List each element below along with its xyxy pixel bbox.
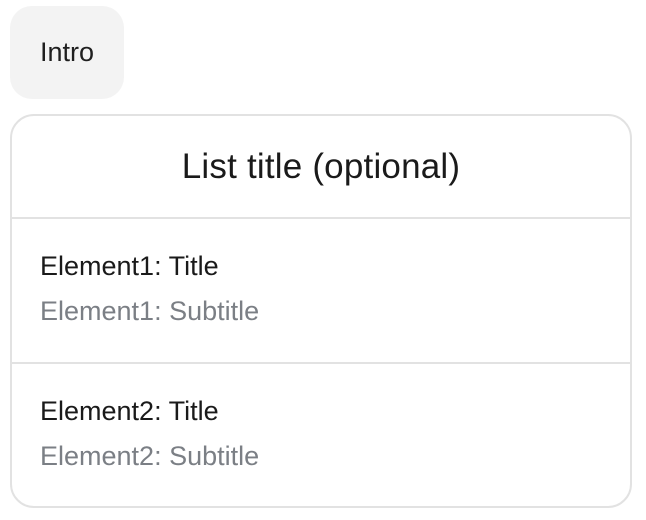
list-card: List title (optional) Element1: Title El… — [10, 114, 632, 508]
intro-message-bubble: Intro — [10, 6, 124, 99]
list-item-title: Element1: Title — [40, 251, 219, 281]
list-header: List title (optional) — [12, 116, 630, 219]
list-item-element1[interactable]: Element1: Title Element1: Subtitle — [12, 219, 630, 364]
list-item-element2[interactable]: Element2: Title Element2: Subtitle — [12, 364, 630, 506]
intro-message-text: Intro — [39, 37, 95, 67]
list-item-title: Element2: Title — [40, 396, 219, 426]
list-title: List title (optional) — [181, 146, 461, 186]
list-item-subtitle: Element2: Subtitle — [40, 441, 260, 471]
list-item-subtitle: Element1: Subtitle — [40, 296, 260, 326]
